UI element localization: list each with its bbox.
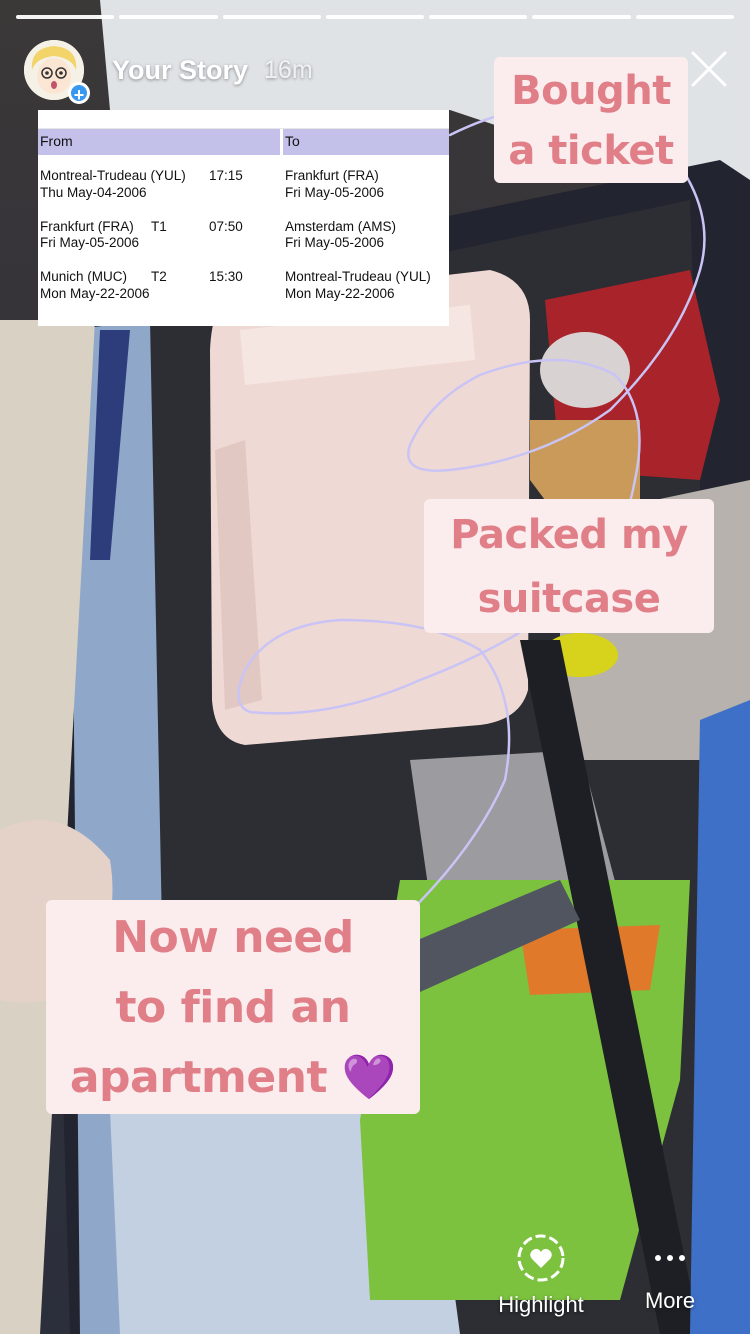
packed-suitcase-sticker[interactable]: Packed my suitcase <box>424 499 714 633</box>
to-place: Frankfurt (FRA) <box>285 168 379 183</box>
more-dots-icon <box>655 1255 685 1261</box>
find-apartment-sticker[interactable]: Now need to find an apartment 💜 <box>46 900 420 1114</box>
from-date: Thu May-04-2006 <box>40 185 147 200</box>
flight-itinerary-card: From To Montreal-Trudeau (YUL) 17:15 Thu… <box>38 110 449 326</box>
heart-circle-icon <box>517 1234 565 1282</box>
sticker-line: a ticket <box>508 128 674 174</box>
sticker-line: Now need <box>112 912 354 963</box>
to-date: Mon May-22-2006 <box>285 286 395 301</box>
from-place: Munich (MUC) <box>40 269 128 284</box>
more-button[interactable]: More <box>630 1240 710 1314</box>
to-date: Fri May-05-2006 <box>285 235 385 250</box>
from-place: Montreal-Trudeau (YUL) <box>40 168 186 183</box>
from-terminal: T1 <box>151 219 167 234</box>
from-terminal: T2 <box>151 269 167 284</box>
highlight-button[interactable]: Highlight <box>478 1232 604 1318</box>
sticker-line: suitcase <box>477 576 661 622</box>
to-place: Montreal-Trudeau (YUL) <box>285 269 431 284</box>
from-header: From <box>40 133 73 149</box>
from-date: Mon May-22-2006 <box>40 286 150 301</box>
highlight-label: Highlight <box>498 1292 584 1317</box>
from-time: 07:50 <box>209 219 243 234</box>
more-label: More <box>644 1288 696 1313</box>
sticker-line: Bought <box>511 68 671 114</box>
bought-ticket-sticker[interactable]: Bought a ticket <box>494 57 688 183</box>
from-time: 15:30 <box>209 269 243 284</box>
from-date: Fri May-05-2006 <box>40 235 140 250</box>
sticker-line: apartment 💜 <box>69 1052 397 1103</box>
to-header: To <box>285 133 300 149</box>
sticker-line: to find an <box>115 982 351 1033</box>
to-date: Fri May-05-2006 <box>285 185 385 200</box>
itinerary-header-row: From To <box>38 128 449 155</box>
from-time: 17:15 <box>209 168 243 183</box>
sticker-line: Packed my <box>450 512 688 558</box>
